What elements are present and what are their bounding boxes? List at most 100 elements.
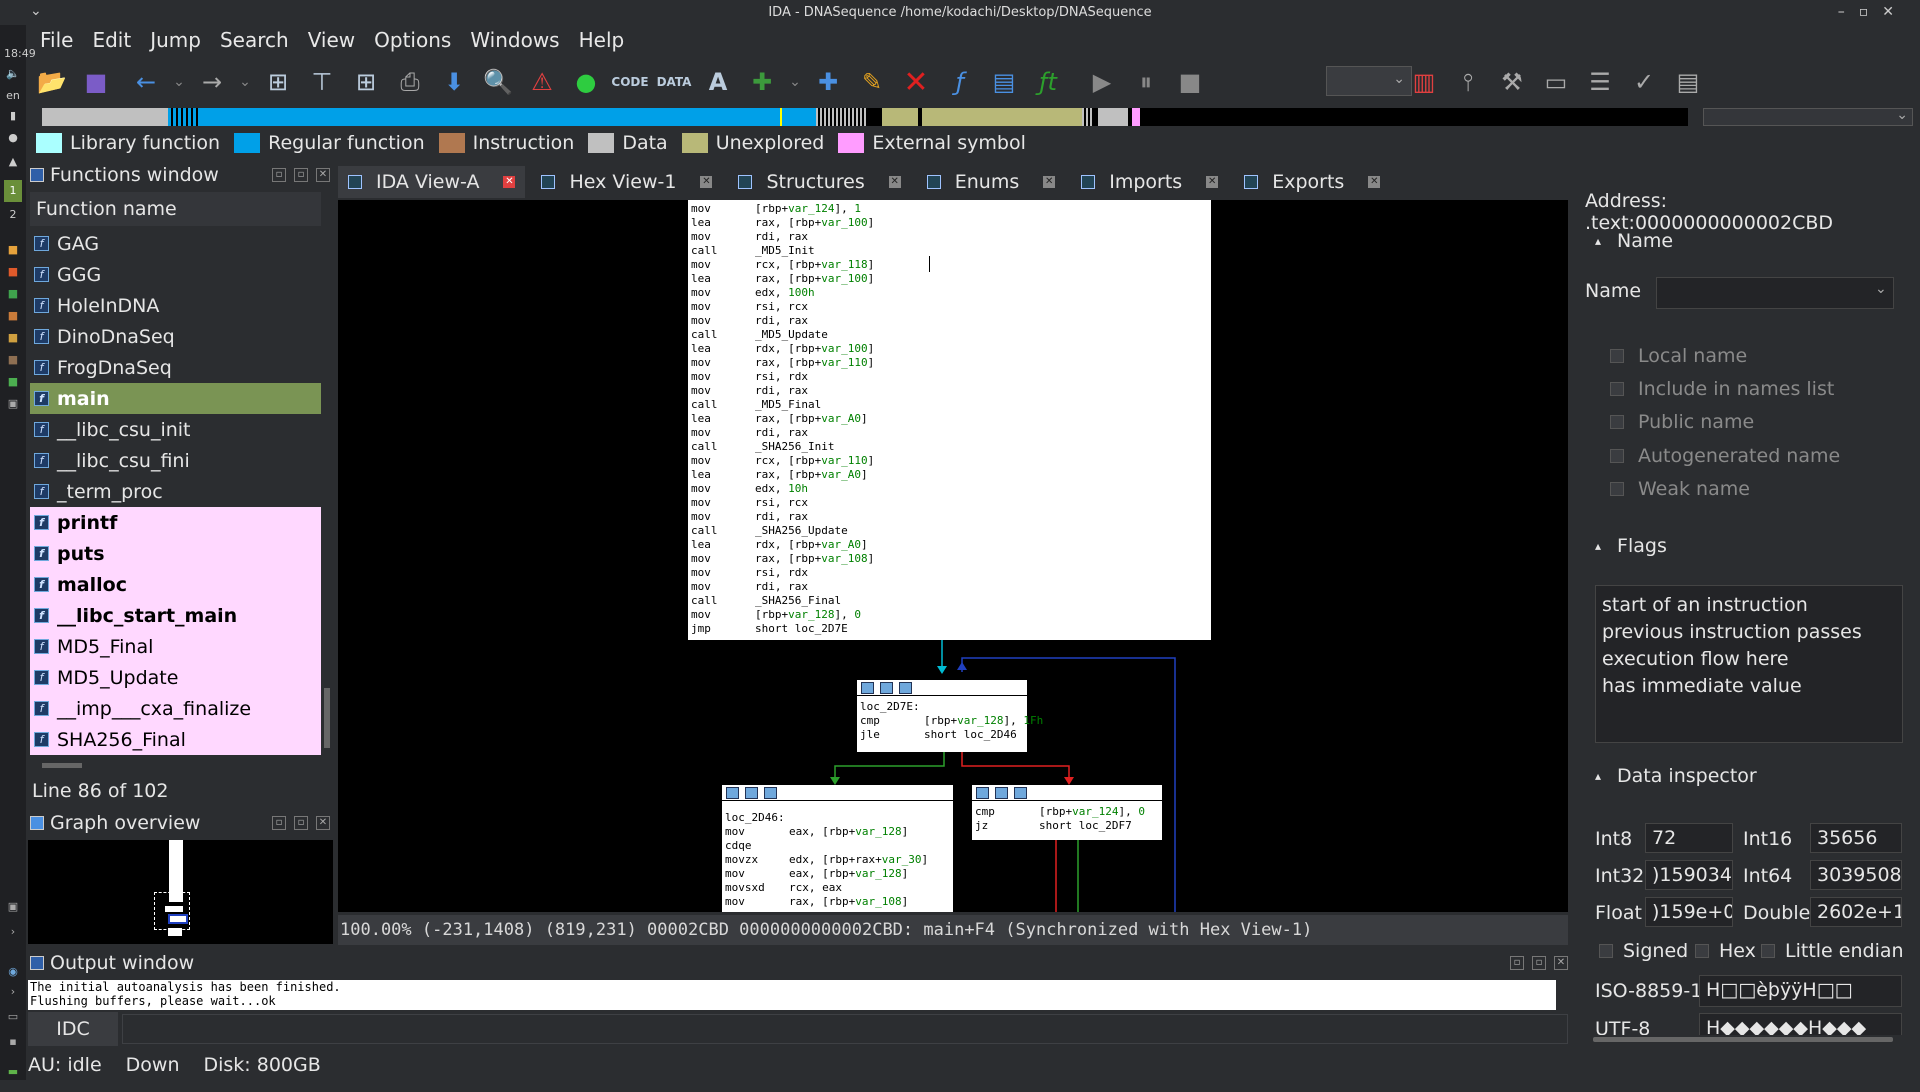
volume-icon[interactable]: 🔈 — [4, 67, 22, 80]
terminal-icon[interactable]: ▣ — [4, 900, 22, 913]
function-item[interactable]: f GGG — [30, 259, 321, 290]
name-input[interactable] — [1656, 277, 1894, 309]
navband-dropdown[interactable]: ⌄ — [1703, 107, 1913, 126]
debugger-select[interactable]: ⌄ — [1326, 66, 1412, 96]
checkbox-icon[interactable] — [1761, 944, 1775, 958]
functions-scrollbar[interactable] — [323, 228, 331, 759]
panel-buttons[interactable]: ▫ ▫ ✕ — [1502, 956, 1568, 970]
int8-field[interactable]: 72 — [1645, 823, 1733, 853]
pseudocode-icon[interactable]: ▤ — [986, 64, 1022, 100]
close-icon[interactable]: ✕ — [316, 168, 330, 182]
app-terminal-icon[interactable]: ▣ — [4, 397, 22, 410]
restore-icon[interactable]: ▫ — [294, 168, 308, 182]
graph-overview-canvas[interactable] — [28, 840, 333, 944]
int16-field[interactable]: 35656 — [1810, 823, 1902, 853]
disasm-line[interactable]: mov rdi, rax — [691, 426, 1208, 440]
checkbox-icon[interactable] — [1610, 415, 1624, 429]
network-icon[interactable]: ▲ — [4, 155, 22, 168]
app-tor-icon[interactable]: ■ — [4, 309, 22, 322]
horizontal-scrollbar[interactable] — [42, 763, 82, 768]
menu-windows[interactable]: Windows — [470, 28, 559, 52]
close-tab-icon[interactable]: ✕ — [1368, 176, 1381, 188]
restore-icon[interactable]: ▫ — [1532, 956, 1546, 970]
window-controls[interactable]: –▫✕ — [1838, 4, 1908, 20]
struct-dropdown-icon[interactable]: ⌄ — [788, 64, 802, 100]
disasm-line[interactable]: call _SHA256_Update — [691, 524, 1208, 538]
function-type-icon[interactable]: ƒt — [1030, 64, 1066, 100]
workspace-2[interactable]: 2 — [4, 208, 22, 221]
group-icon[interactable] — [764, 786, 777, 799]
utf8-field[interactable]: H◆◆◆◆◆◆H◆◆◆ — [1699, 1013, 1902, 1035]
window-icon[interactable]: ▭ — [1538, 64, 1574, 100]
disasm-line[interactable]: mov rsi, rcx — [691, 300, 1208, 314]
graph-view[interactable]: mov [rbp+var_124], 1 lea rax, [rbp+var_100]… — [338, 200, 1568, 912]
layout-icon[interactable]: ▤ — [1670, 64, 1706, 100]
disasm-line[interactable]: call _SHA256_Final — [691, 594, 1208, 608]
function-item-external[interactable]: f SHA256_Final — [30, 724, 321, 755]
binary-view-icon[interactable]: ⊞ — [348, 64, 384, 100]
disasm-line[interactable]: mov eax, [rbp+var_128] — [725, 825, 950, 839]
green-circle-icon[interactable]: ● — [568, 64, 604, 100]
float-icon[interactable]: ▫ — [1510, 956, 1524, 970]
disasm-line[interactable]: mov rcx, [rbp+var_110] — [691, 454, 1208, 468]
idc-button[interactable]: IDC — [28, 1012, 118, 1046]
workspace-1[interactable]: 1 — [4, 180, 22, 202]
disasm-line[interactable]: mov edx, 10h — [691, 482, 1208, 496]
navigation-band[interactable] — [42, 108, 1688, 126]
save-icon[interactable]: ■ — [78, 64, 114, 100]
chevron-down-icon[interactable]: ⌄ — [1875, 281, 1887, 297]
basic-block-loc-2d46[interactable]: loc_2D46: mov eax, [rbp+var_128] cdqe movzx… — [722, 785, 953, 912]
panel-buttons[interactable]: ▫ ▫ ✕ — [264, 816, 330, 830]
int32-field[interactable]: )1590344 — [1645, 860, 1733, 890]
close-tab-icon[interactable]: ✕ — [1206, 176, 1219, 188]
disasm-line[interactable]: lea rax, [rbp+var_100] — [691, 216, 1208, 230]
menu-jump[interactable]: Jump — [150, 28, 201, 52]
disasm-line[interactable]: mov rdi, rax — [691, 384, 1208, 398]
disasm-line[interactable]: lea rax, [rbp+var_100] — [691, 272, 1208, 286]
tab-enums[interactable]: Enums ✕ — [917, 166, 1066, 198]
disasm-line[interactable]: call _MD5_Final — [691, 398, 1208, 412]
menu-help[interactable]: Help — [579, 28, 625, 52]
disasm-line[interactable]: mov eax, [rbp+var_128] — [725, 867, 950, 881]
tab-exports[interactable]: Exports ✕ — [1234, 166, 1390, 198]
disasm-line[interactable]: mov rax, [rbp+var_110] — [691, 356, 1208, 370]
close-icon[interactable]: ✕ — [1554, 956, 1568, 970]
close-tab-icon[interactable]: ✕ — [700, 176, 713, 188]
make-data-icon[interactable]: DATA — [656, 64, 692, 100]
create-function-icon[interactable]: ⊞ — [260, 64, 296, 100]
restore-icon[interactable]: ▫ — [294, 816, 308, 830]
function-item-external[interactable]: f puts — [30, 538, 321, 569]
iso-field[interactable]: H□□èþÿÿH□□ — [1699, 975, 1902, 1007]
close-icon[interactable]: ✕ — [316, 816, 330, 830]
checkbox-icon[interactable] — [1610, 382, 1624, 396]
function-item-selected[interactable]: f main — [30, 383, 321, 414]
disasm-line[interactable]: mov rsi, rdx — [691, 370, 1208, 384]
include-names-checkbox[interactable]: Include in names list — [1610, 378, 1834, 400]
stop-icon[interactable]: ■ — [1172, 64, 1208, 100]
tab-hex-view-1[interactable]: Hex View-1 ✕ — [531, 166, 722, 198]
autogenerated-name-checkbox[interactable]: Autogenerated name — [1610, 445, 1840, 467]
disasm-line[interactable]: jz short loc_2DF7 — [975, 819, 1159, 833]
rename-icon[interactable]: ✎ — [854, 64, 890, 100]
public-name-checkbox[interactable]: Public name — [1610, 411, 1754, 433]
edit-icon[interactable] — [745, 786, 758, 799]
function-item-external[interactable]: f __imp___cxa_finalize — [30, 693, 321, 724]
notification-icon[interactable]: ● — [4, 131, 22, 144]
forward-dropdown-icon[interactable]: ⌄ — [238, 64, 252, 100]
disasm-line[interactable]: mov rsi, rcx — [691, 496, 1208, 510]
disasm-line[interactable]: mov [rbp+var_124], 1 — [691, 202, 1208, 216]
function-item[interactable]: f DinoDnaSeq — [30, 321, 321, 352]
disasm-line[interactable]: mov rdi, rax — [691, 314, 1208, 328]
close-tab-icon[interactable]: ✕ — [888, 176, 901, 188]
disasm-line[interactable]: call _MD5_Init — [691, 244, 1208, 258]
float-field[interactable]: )159e+09 — [1645, 897, 1733, 927]
disasm-line[interactable]: mov rax, [rbp+var_108] — [725, 895, 950, 909]
disasm-line[interactable]: call _MD5_Update — [691, 328, 1208, 342]
list-icon[interactable]: ☰ — [1582, 64, 1618, 100]
arrow-right-icon[interactable]: › — [4, 925, 22, 938]
command-input[interactable] — [122, 1014, 1568, 1044]
double-field[interactable]: 2602e+18 — [1810, 897, 1902, 927]
menu-search[interactable]: Search — [220, 28, 289, 52]
signed-checkbox[interactable]: Signed — [1599, 940, 1688, 962]
name-section-header[interactable]: ▴ Name — [1585, 230, 1905, 252]
